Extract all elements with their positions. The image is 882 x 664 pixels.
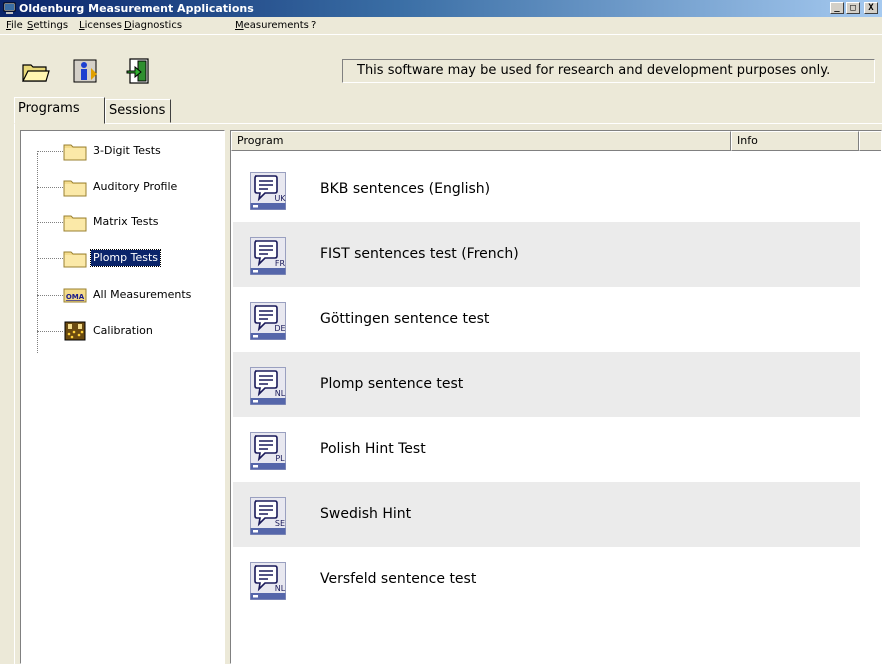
program-row[interactable]: SE Swedish Hint — [233, 482, 860, 547]
folder-icon — [63, 215, 87, 232]
tree-connector — [37, 153, 38, 353]
window-title: Oldenburg Measurement Applications — [19, 2, 254, 15]
program-name: Versfeld sentence test — [320, 571, 477, 587]
language-code: FR — [275, 259, 286, 268]
license-notice: This software may be used for research a… — [342, 59, 875, 83]
program-row[interactable]: UK BKB sentences (English) — [233, 157, 860, 222]
program-row[interactable]: DE Göttingen sentence test — [233, 287, 860, 352]
language-code: NL — [275, 389, 286, 398]
menu-file[interactable]: File — [6, 17, 23, 34]
program-name: Swedish Hint — [320, 506, 412, 522]
language-code: DE — [274, 324, 285, 333]
menu-measurements[interactable]: Measurements — [235, 17, 309, 34]
calibration-icon — [64, 321, 86, 341]
close-button[interactable]: X — [864, 2, 878, 14]
menu-settings[interactable]: Settings — [27, 17, 68, 34]
speech-bubble-icon: NL — [250, 562, 286, 600]
category-tree: 3-Digit Tests Auditory Profile Matrix Te… — [20, 130, 225, 664]
menu-licenses[interactable]: Licenses — [79, 17, 122, 34]
title-bar[interactable]: Oldenburg Measurement Applications _ □ X — [0, 0, 882, 17]
tree-item-label: Matrix Tests — [93, 215, 159, 228]
tree-item-label: 3-Digit Tests — [93, 144, 161, 157]
speech-bubble-icon: SE — [250, 497, 286, 535]
program-name: Polish Hint Test — [320, 441, 426, 457]
tree-item-label: Auditory Profile — [93, 180, 178, 193]
speech-bubble-icon: NL — [250, 367, 286, 405]
folder-icon — [63, 251, 87, 268]
column-header-program[interactable]: Program — [231, 131, 731, 151]
column-header-spacer — [859, 131, 881, 151]
tab-programs[interactable]: Programs — [14, 97, 105, 124]
speech-bubble-icon: FR — [250, 237, 286, 275]
program-name: Plomp sentence test — [320, 376, 464, 392]
program-name: BKB sentences (English) — [320, 181, 491, 197]
list-header: Program Info — [231, 131, 881, 151]
column-header-info[interactable]: Info — [731, 131, 859, 151]
program-list: Program Info UK BKB sentences (English) FR… — [230, 130, 882, 664]
menu-diagnostics[interactable]: Diagnostics — [124, 17, 182, 34]
language-code: NL — [275, 584, 286, 593]
menu-bar: File Settings Licenses Diagnostics Measu… — [0, 17, 882, 34]
speech-bubble-icon: UK — [250, 172, 286, 210]
program-row[interactable]: FR FIST sentences test (French) — [233, 222, 860, 287]
oma-icon: OMA — [63, 288, 87, 303]
open-folder-icon[interactable] — [20, 56, 50, 86]
program-row[interactable]: NL Versfeld sentence test — [233, 547, 860, 612]
app-icon — [3, 2, 16, 14]
folder-icon — [63, 144, 87, 161]
program-row[interactable]: NL Plomp sentence test — [233, 352, 860, 417]
tree-item-label: All Measurements — [93, 288, 192, 301]
folder-icon — [63, 180, 87, 197]
speech-bubble-icon: PL — [250, 432, 286, 470]
program-row[interactable]: PL Polish Hint Test — [233, 417, 860, 482]
exit-icon[interactable] — [124, 56, 154, 86]
tree-item-label: Calibration — [93, 324, 153, 337]
application-window: Oldenburg Measurement Applications _ □ X… — [0, 0, 882, 664]
speech-bubble-icon: DE — [250, 302, 286, 340]
language-code: SE — [275, 519, 285, 528]
program-name: Göttingen sentence test — [320, 311, 490, 327]
language-code: UK — [274, 194, 286, 203]
info-icon[interactable] — [71, 56, 101, 86]
maximize-button[interactable]: □ — [846, 2, 860, 14]
toolbar: This software may be used for research a… — [0, 34, 882, 93]
svg-text:OMA: OMA — [66, 293, 85, 301]
tree-item-label: Plomp Tests — [89, 249, 162, 267]
minimize-button[interactable]: _ — [830, 2, 844, 14]
tab-sessions[interactable]: Sessions — [105, 99, 171, 123]
program-name: FIST sentences test (French) — [320, 246, 519, 262]
language-code: PL — [275, 454, 285, 463]
menu-help[interactable]: ? — [311, 17, 316, 34]
